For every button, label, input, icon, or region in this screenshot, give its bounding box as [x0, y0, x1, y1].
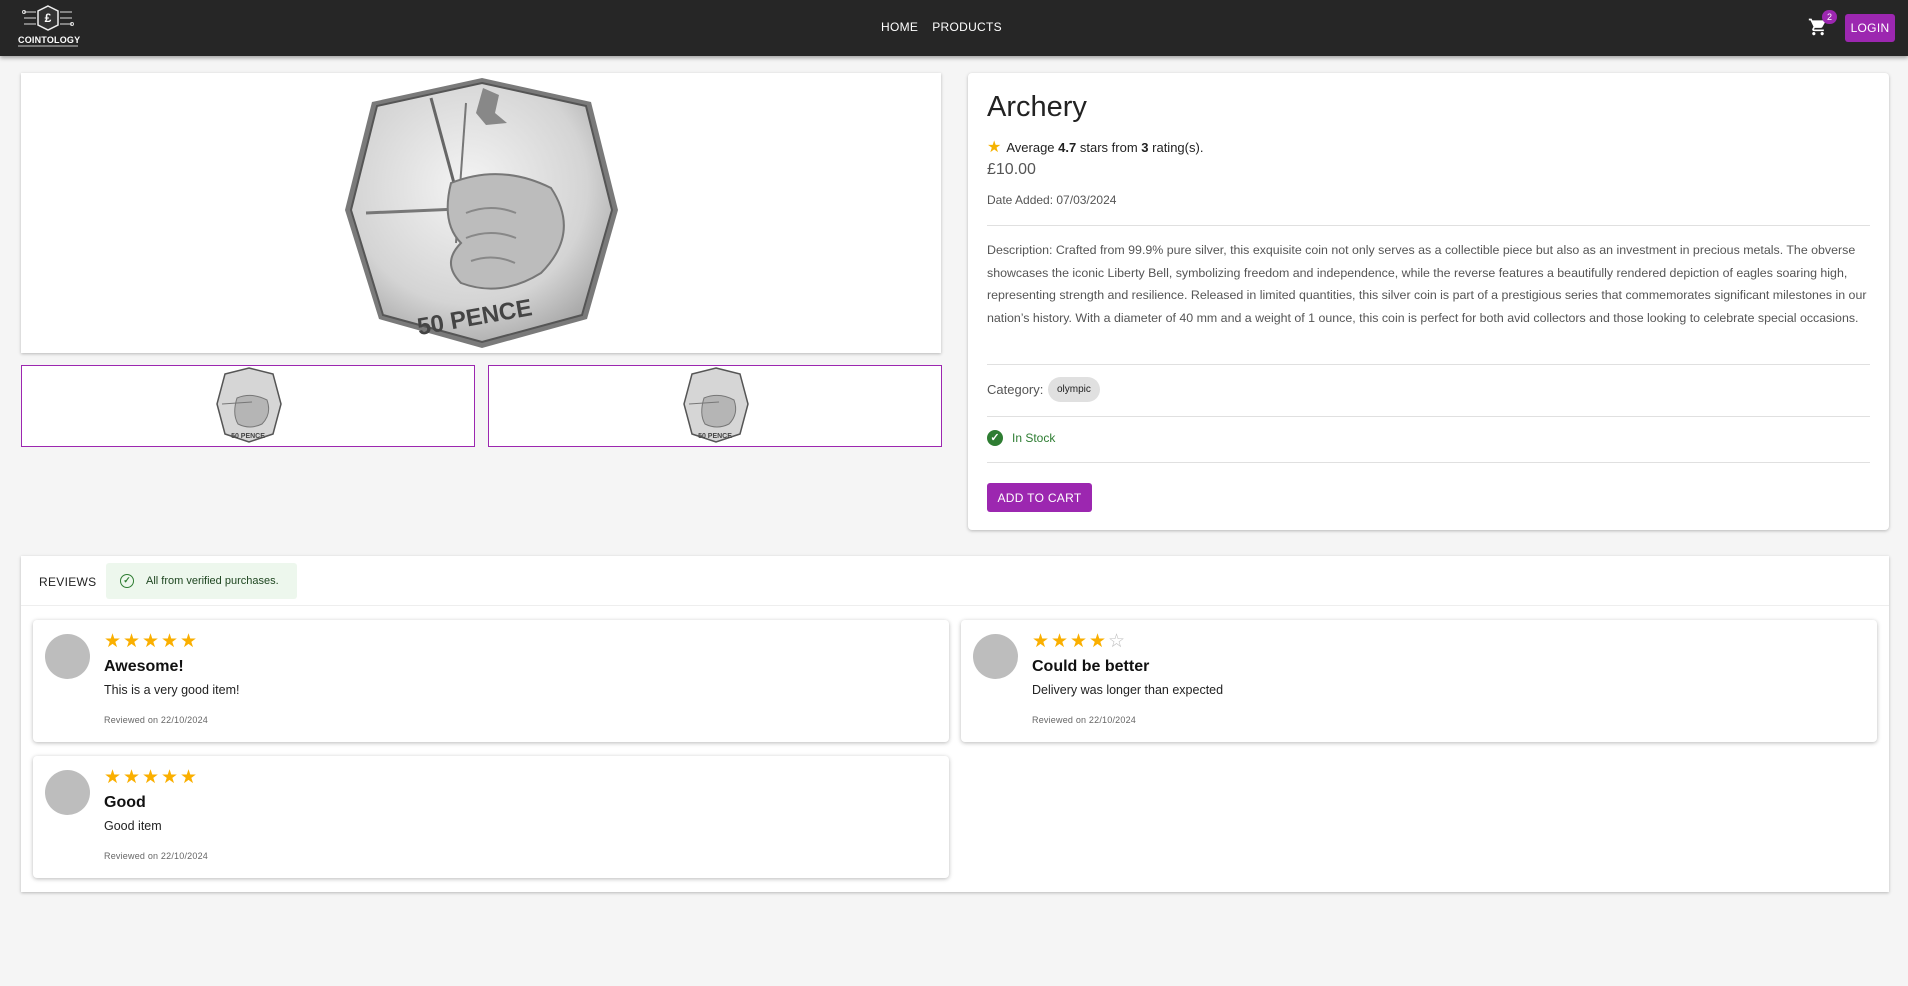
thumbnail-coin-text: 50 PENCE	[231, 433, 265, 440]
review-date: Reviewed on 22/10/2024	[104, 715, 208, 725]
divider	[987, 225, 1870, 226]
star-filled-icon: ★	[142, 767, 160, 788]
check-circle-outline-icon: ✓	[120, 574, 134, 588]
divider	[987, 364, 1870, 365]
review-stars: ★ ★ ★ ★ ★	[104, 767, 199, 789]
product-description: Description: Crafted from 99.9% pure sil…	[987, 243, 1867, 325]
date-added: Date Added: 07/03/2024	[987, 193, 1117, 207]
product-price: £10.00	[987, 161, 1036, 178]
category-label: Category:	[987, 382, 1044, 397]
review-title: Good	[104, 794, 146, 811]
coin-archery-image: 50 PENCE	[345, 78, 618, 348]
svg-text:£: £	[45, 11, 52, 25]
avatar	[45, 634, 90, 679]
review-body: This is a very good item!	[104, 683, 240, 697]
logo-underline	[18, 45, 78, 47]
review-date: Reviewed on 22/10/2024	[1032, 715, 1136, 725]
star-filled-icon: ★	[123, 767, 141, 788]
cointology-logo[interactable]: £ COINTOLOGY	[18, 4, 81, 50]
review-card: ★ ★ ★ ★ ★ Awesome! This is a very good item!…	[33, 620, 949, 742]
add-to-cart-button[interactable]: ADD TO CART	[987, 483, 1092, 512]
star-icon: ★	[987, 139, 1002, 156]
review-title: Could be better	[1032, 658, 1150, 675]
main-nav: HOME PRODUCTS	[881, 20, 1016, 34]
star-filled-icon: ★	[1070, 631, 1088, 652]
coin-thumbnail-image: 50 PENCE	[216, 367, 282, 443]
star-filled-icon: ★	[1051, 631, 1069, 652]
avatar	[973, 634, 1018, 679]
logo-emblem-icon: £	[22, 5, 74, 31]
review-title: Awesome!	[104, 658, 184, 675]
check-circle-icon: ✓	[987, 430, 1003, 446]
reviews-heading: REVIEWS	[39, 575, 97, 589]
review-card: ★ ★ ★ ★ ☆ Could be better Delivery was longe…	[961, 620, 1877, 742]
review-date: Reviewed on 22/10/2024	[104, 851, 208, 861]
star-filled-icon: ★	[123, 631, 141, 652]
star-filled-icon: ★	[104, 767, 122, 788]
product-title: Archery	[987, 91, 1087, 123]
stock-status: ✓ In Stock	[987, 430, 1055, 446]
star-filled-icon: ★	[142, 631, 160, 652]
average-rating: ★ Average 4.7 stars from 3 rating(s).	[987, 137, 1203, 157]
avatar	[45, 770, 90, 815]
stock-label: In Stock	[1012, 431, 1056, 445]
review-stars: ★ ★ ★ ★ ★	[104, 631, 199, 653]
logo-text: COINTOLOGY	[18, 35, 81, 45]
login-button[interactable]: LOGIN	[1845, 14, 1895, 42]
star-filled-icon: ★	[104, 631, 122, 652]
product-thumbnail-1[interactable]: 50 PENCE	[21, 365, 475, 447]
review-stars: ★ ★ ★ ★ ☆	[1032, 631, 1127, 653]
divider	[987, 462, 1870, 463]
product-main-image: 50 PENCE	[21, 73, 941, 353]
divider	[987, 416, 1870, 417]
cart-count-badge: 2	[1822, 10, 1837, 24]
nav-home-link[interactable]: HOME	[881, 20, 918, 34]
rating-count: 3	[1141, 139, 1149, 155]
rating-suffix: rating(s).	[1152, 139, 1204, 155]
star-filled-icon: ★	[180, 631, 198, 652]
reviews-section: REVIEWS ✓ All from verified purchases. ★…	[21, 556, 1889, 892]
category-chip[interactable]: olympic	[1048, 377, 1100, 402]
review-body: Delivery was longer than expected	[1032, 683, 1224, 697]
verified-purchases-alert: ✓ All from verified purchases.	[106, 563, 297, 599]
product-thumbnail-2[interactable]: 50 PENCE	[488, 365, 942, 447]
rating-value: 4.7	[1058, 139, 1077, 155]
top-navbar: £ COINTOLOGY HOME PRODUCTS 2 LOGIN	[0, 0, 1908, 56]
star-filled-icon: ★	[161, 631, 179, 652]
verified-text: All from verified purchases.	[146, 575, 279, 587]
review-body: Good item	[104, 819, 162, 833]
review-card: ★ ★ ★ ★ ★ Good Good item Reviewed on 22/10/2…	[33, 756, 949, 878]
nav-products-link[interactable]: PRODUCTS	[932, 20, 1002, 34]
star-filled-icon: ★	[180, 767, 198, 788]
coin-thumbnail-image: 50 PENCE	[683, 367, 749, 443]
thumbnail-coin-text: 50 PENCE	[698, 433, 732, 440]
star-filled-icon: ★	[1089, 631, 1107, 652]
rating-prefix: Average	[1006, 139, 1055, 155]
star-empty-icon: ☆	[1108, 631, 1126, 652]
product-info-panel: Archery ★ Average 4.7 stars from 3 ratin…	[968, 73, 1889, 530]
rating-mid: stars from	[1079, 139, 1138, 155]
reviews-header: REVIEWS ✓ All from verified purchases.	[21, 556, 1889, 606]
star-filled-icon: ★	[1032, 631, 1050, 652]
star-filled-icon: ★	[161, 767, 179, 788]
